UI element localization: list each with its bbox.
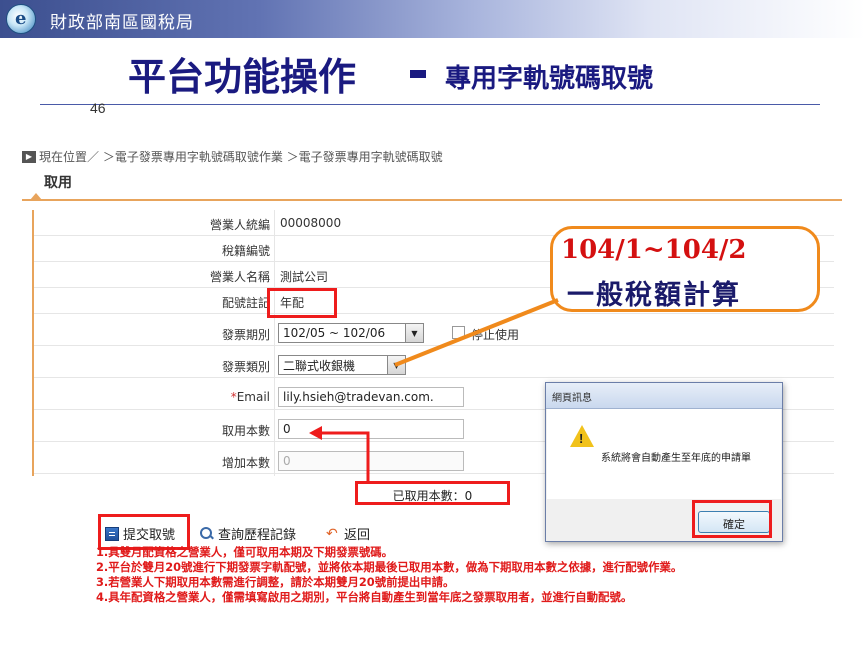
note-item: 3.若營業人下期取用本數需進行調整，請於本期雙月20號前提出申請。	[96, 575, 455, 589]
note-item: 2.平台於雙月20號進行下期發票字軌配號，並將依本期最後已取用本數，做為下期取用…	[96, 560, 683, 574]
count-arrow-line	[320, 431, 370, 481]
document-icon	[105, 526, 119, 541]
warning-icon: !	[570, 425, 594, 447]
history-button[interactable]: 查詢歷程記錄	[200, 524, 296, 543]
note-item: 4.具年配資格之營業人，僅需填寫啟用之期別，平台將自動產生到當年底之發票取用者，…	[96, 590, 633, 604]
back-label: 返回	[344, 528, 371, 543]
dialog-message: 系統將會自動產生至年底的申請單	[601, 453, 751, 464]
submit-button[interactable]: 提交取號	[105, 524, 175, 543]
note-item: 1.具雙月配資格之營業人，僅可取用本期及下期發票號碼。	[96, 545, 394, 559]
back-arrow-icon: ↶	[326, 525, 338, 542]
back-button[interactable]: ↶ 返回	[326, 524, 371, 544]
search-icon	[200, 526, 214, 541]
ok-highlight	[692, 500, 772, 538]
count-arrow-head	[309, 426, 322, 440]
notes-list: 1.具雙月配資格之營業人，僅可取用本期及下期發票號碼。 2.平台於雙月20號進行…	[96, 545, 856, 605]
submit-label: 提交取號	[123, 528, 176, 543]
dialog-title: 網頁訊息	[546, 383, 782, 409]
history-label: 查詢歷程記錄	[218, 528, 297, 543]
callout-pointer	[394, 298, 559, 367]
